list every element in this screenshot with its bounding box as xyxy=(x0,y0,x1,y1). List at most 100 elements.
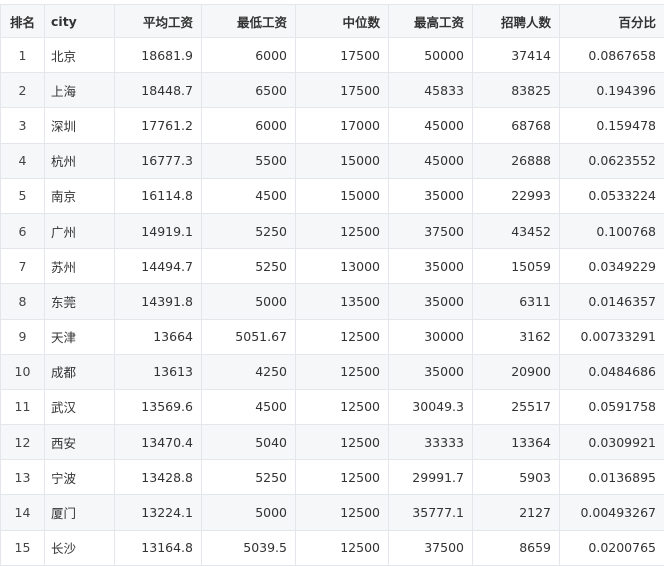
table-row[interactable]: 2 上海 18448.7 6500 17500 45833 83825 0.194396 xyxy=(0,72,664,109)
cell-hires: 6311 xyxy=(472,283,560,320)
cell-median: 12500 xyxy=(295,353,389,390)
city-salary-table: 排名 city 平均工资 最低工资 中位数 最高工资 招聘人数 百分比 1 北京 1… xyxy=(0,4,664,566)
cell-maximum-salary: 45833 xyxy=(388,72,473,109)
cell-rank: 5 xyxy=(0,177,45,214)
cell-average-salary: 16777.3 xyxy=(114,142,202,179)
table-row[interactable]: 4 杭州 16777.3 5500 15000 45000 26888 0.0623552 xyxy=(0,142,664,179)
table-row[interactable]: 1 北京 18681.9 6000 17500 50000 37414 0.0867658 xyxy=(0,36,664,74)
header-percent[interactable]: 百分比 xyxy=(559,4,664,38)
cell-minimum-salary: 5039.5 xyxy=(201,529,296,566)
table-row[interactable]: 7 苏州 14494.7 5250 13000 35000 15059 0.0349229 xyxy=(0,248,664,285)
table-row[interactable]: 6 广州 14919.1 5250 12500 37500 43452 0.100768 xyxy=(0,212,664,250)
cell-median: 17000 xyxy=(295,107,389,144)
cell-minimum-salary: 6000 xyxy=(201,107,296,144)
header-city[interactable]: city xyxy=(44,4,115,38)
cell-maximum-salary: 45000 xyxy=(388,142,473,179)
cell-minimum-salary: 4500 xyxy=(201,177,296,214)
cell-rank: 14 xyxy=(0,494,45,531)
cell-minimum-salary: 5500 xyxy=(201,142,296,179)
header-average-salary[interactable]: 平均工资 xyxy=(114,4,202,38)
cell-minimum-salary: 6500 xyxy=(201,72,296,109)
cell-hires: 68768 xyxy=(472,107,560,144)
cell-city: 上海 xyxy=(44,72,115,109)
cell-average-salary: 13224.1 xyxy=(114,494,202,531)
cell-percent: 0.194396 xyxy=(559,72,664,109)
cell-rank: 2 xyxy=(0,72,45,109)
cell-city: 厦门 xyxy=(44,494,115,531)
header-minimum-salary[interactable]: 最低工资 xyxy=(201,4,296,38)
cell-hires: 22993 xyxy=(472,177,560,214)
cell-percent: 0.0591758 xyxy=(559,388,664,426)
cell-maximum-salary: 30000 xyxy=(388,318,473,355)
cell-city: 深圳 xyxy=(44,107,115,144)
cell-maximum-salary: 35000 xyxy=(388,248,473,285)
cell-median: 12500 xyxy=(295,388,389,426)
cell-hires: 15059 xyxy=(472,248,560,285)
cell-average-salary: 13428.8 xyxy=(114,459,202,496)
table-row[interactable]: 11 武汉 13569.6 4500 12500 30049.3 25517 0.059175… xyxy=(0,388,664,426)
cell-hires: 5903 xyxy=(472,459,560,496)
cell-city: 天津 xyxy=(44,318,115,355)
header-hires[interactable]: 招聘人数 xyxy=(472,4,560,38)
cell-rank: 13 xyxy=(0,459,45,496)
cell-rank: 12 xyxy=(0,424,45,461)
table-row[interactable]: 13 宁波 13428.8 5250 12500 29991.7 5903 0.0136895 xyxy=(0,459,664,496)
table-header: 排名 city 平均工资 最低工资 中位数 最高工资 招聘人数 百分比 xyxy=(0,4,664,38)
table-row[interactable]: 3 深圳 17761.2 6000 17000 45000 68768 0.159478 xyxy=(0,107,664,144)
cell-minimum-salary: 4500 xyxy=(201,388,296,426)
header-row: 排名 city 平均工资 最低工资 中位数 最高工资 招聘人数 百分比 xyxy=(0,4,664,38)
cell-average-salary: 18448.7 xyxy=(114,72,202,109)
cell-hires: 83825 xyxy=(472,72,560,109)
cell-average-salary: 13613 xyxy=(114,353,202,390)
cell-percent: 0.0349229 xyxy=(559,248,664,285)
cell-city: 长沙 xyxy=(44,529,115,566)
cell-hires: 37414 xyxy=(472,36,560,74)
cell-percent: 0.00733291 xyxy=(559,318,664,355)
cell-maximum-salary: 35000 xyxy=(388,353,473,390)
cell-average-salary: 14494.7 xyxy=(114,248,202,285)
table-row[interactable]: 12 西安 13470.4 5040 12500 33333 13364 0.0309921 xyxy=(0,424,664,461)
cell-hires: 8659 xyxy=(472,529,560,566)
cell-percent: 0.0533224 xyxy=(559,177,664,214)
cell-rank: 4 xyxy=(0,142,45,179)
cell-average-salary: 13569.6 xyxy=(114,388,202,426)
header-median[interactable]: 中位数 xyxy=(295,4,389,38)
cell-median: 15000 xyxy=(295,177,389,214)
table-row[interactable]: 14 厦门 13224.1 5000 12500 35777.1 2127 0.0049326… xyxy=(0,494,664,531)
cell-city: 宁波 xyxy=(44,459,115,496)
cell-percent: 0.0484686 xyxy=(559,353,664,390)
cell-city: 苏州 xyxy=(44,248,115,285)
cell-rank: 3 xyxy=(0,107,45,144)
header-maximum-salary[interactable]: 最高工资 xyxy=(388,4,473,38)
cell-rank: 1 xyxy=(0,36,45,74)
cell-median: 13500 xyxy=(295,283,389,320)
cell-median: 13000 xyxy=(295,248,389,285)
cell-hires: 13364 xyxy=(472,424,560,461)
cell-city: 成都 xyxy=(44,353,115,390)
cell-average-salary: 16114.8 xyxy=(114,177,202,214)
table-row[interactable]: 10 成都 13613 4250 12500 35000 20900 0.0484686 xyxy=(0,353,664,390)
cell-percent: 0.0136895 xyxy=(559,459,664,496)
cell-rank: 11 xyxy=(0,388,45,426)
table-row[interactable]: 8 东莞 14391.8 5000 13500 35000 6311 0.0146357 xyxy=(0,283,664,320)
header-rank[interactable]: 排名 xyxy=(0,4,45,38)
cell-maximum-salary: 35000 xyxy=(388,177,473,214)
cell-median: 12500 xyxy=(295,529,389,566)
table-row[interactable]: 9 天津 13664 5051.67 12500 30000 3162 0.00733291 xyxy=(0,318,664,355)
cell-median: 12500 xyxy=(295,212,389,250)
cell-minimum-salary: 5040 xyxy=(201,424,296,461)
cell-maximum-salary: 37500 xyxy=(388,529,473,566)
cell-percent: 0.00493267 xyxy=(559,494,664,531)
table-row[interactable]: 5 南京 16114.8 4500 15000 35000 22993 0.0533224 xyxy=(0,177,664,214)
cell-rank: 8 xyxy=(0,283,45,320)
cell-minimum-salary: 5250 xyxy=(201,248,296,285)
cell-average-salary: 13470.4 xyxy=(114,424,202,461)
cell-average-salary: 14391.8 xyxy=(114,283,202,320)
cell-minimum-salary: 5051.67 xyxy=(201,318,296,355)
cell-percent: 0.0146357 xyxy=(559,283,664,320)
cell-minimum-salary: 4250 xyxy=(201,353,296,390)
cell-city: 北京 xyxy=(44,36,115,74)
cell-percent: 0.0200765 xyxy=(559,529,664,566)
table-row[interactable]: 15 长沙 13164.8 5039.5 12500 37500 8659 0.0200765 xyxy=(0,529,664,566)
cell-hires: 25517 xyxy=(472,388,560,426)
